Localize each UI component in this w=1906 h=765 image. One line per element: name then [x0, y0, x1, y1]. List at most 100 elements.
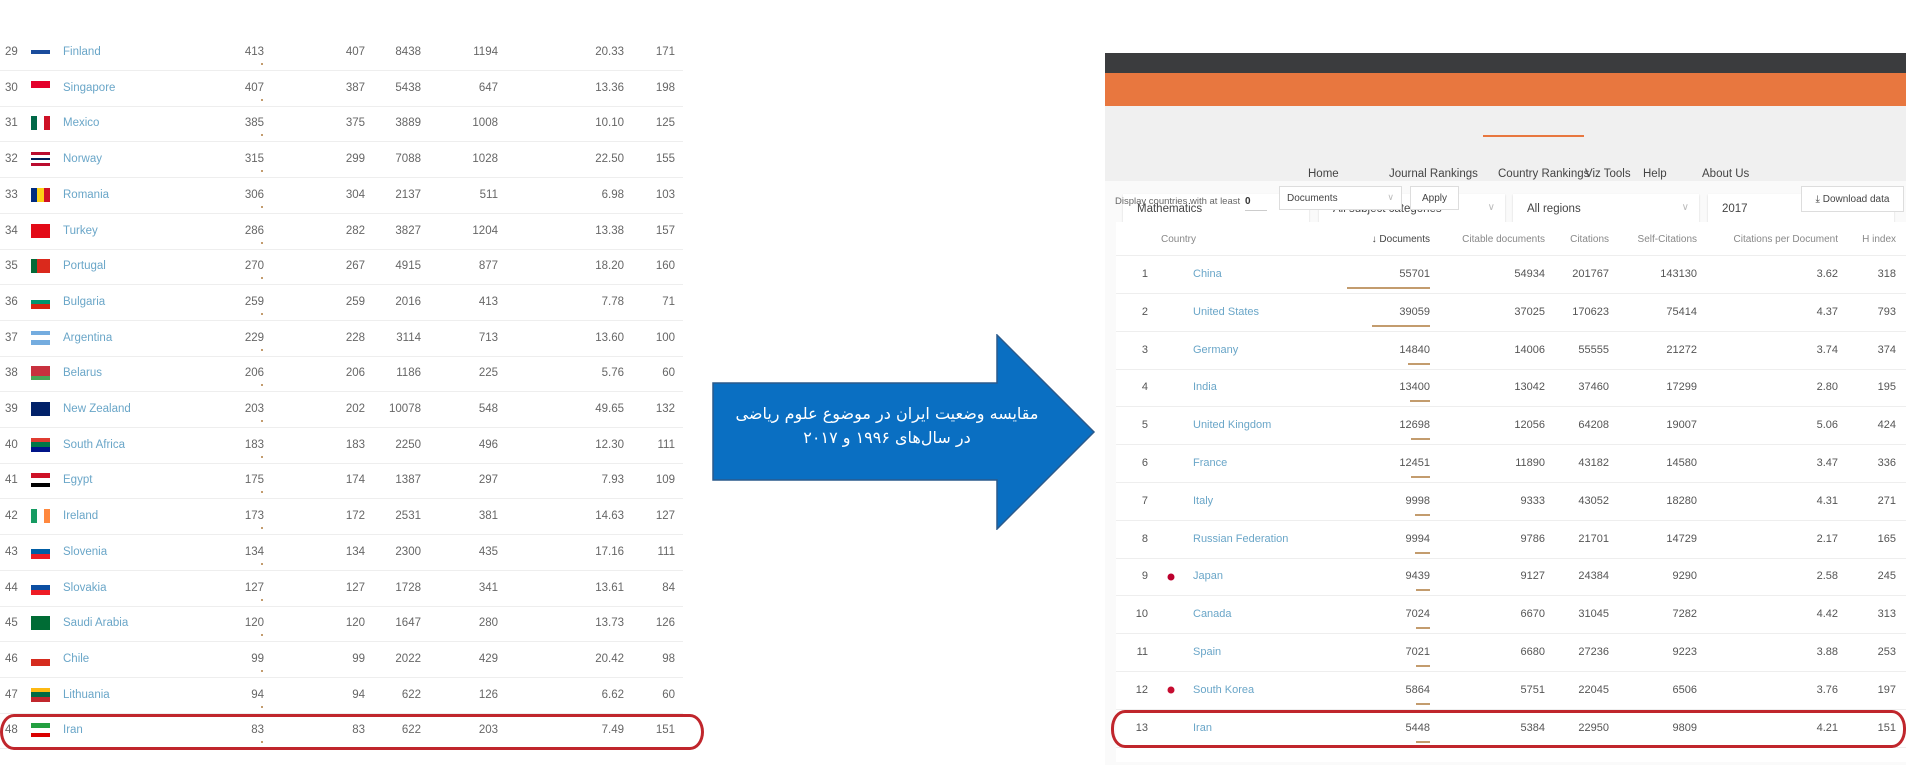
citations: 622 — [401, 724, 421, 737]
rank: 6 — [1141, 457, 1148, 469]
flag-icon — [1161, 494, 1181, 509]
country-link[interactable]: South Africa — [63, 439, 125, 451]
documents: 173 — [244, 510, 264, 523]
country-link[interactable]: India — [1193, 381, 1217, 393]
header-citable[interactable]: Citable documents — [1462, 234, 1545, 245]
cpd: 20.42 — [595, 652, 624, 665]
country-link[interactable]: Bulgaria — [63, 296, 105, 308]
country-link[interactable]: Argentina — [63, 332, 112, 344]
table-row: 33 Romania 306 304 2137 511 6.98 103 — [0, 178, 683, 214]
table-row: 8 Russian Federation 9994 9786 21701 14729 2.1… — [1116, 521, 1906, 559]
country-link[interactable]: Canada — [1193, 608, 1232, 620]
country-link[interactable]: Slovenia — [63, 546, 107, 558]
min-count-input[interactable]: 0 — [1245, 193, 1267, 211]
country-link[interactable]: Belarus — [63, 367, 102, 379]
flag-icon — [31, 223, 50, 238]
nav-country-rankings[interactable]: Country Rankings — [1498, 168, 1589, 180]
country-link[interactable]: China — [1193, 268, 1222, 280]
country-link[interactable]: United States — [1193, 306, 1259, 318]
documents-bar — [261, 170, 263, 173]
citable: 183 — [345, 438, 365, 451]
flag-icon — [31, 616, 50, 631]
nav-help[interactable]: Help — [1643, 168, 1667, 180]
documents: 407 — [244, 81, 264, 94]
header-documents[interactable]: ↓ Documents — [1372, 234, 1430, 245]
nav-viz-tools[interactable]: Viz Tools — [1585, 168, 1631, 180]
country-link[interactable]: Russian Federation — [1193, 533, 1288, 545]
country-link[interactable]: Saudi Arabia — [63, 617, 128, 629]
header-self-citations[interactable]: Self-Citations — [1638, 234, 1697, 245]
rank: 39 — [5, 403, 18, 415]
self-citations: 9223 — [1672, 646, 1697, 658]
flag-icon — [31, 651, 50, 666]
self-citations: 713 — [478, 331, 498, 344]
self-citations: 18280 — [1666, 494, 1697, 507]
download-data-button[interactable]: ⤓ Download data — [1801, 186, 1904, 212]
country-link[interactable]: Iran — [1193, 722, 1212, 734]
country-link[interactable]: Mexico — [63, 117, 99, 129]
country-link[interactable]: Finland — [63, 46, 101, 58]
citations: 8438 — [395, 46, 421, 58]
country-link[interactable]: South Korea — [1193, 684, 1254, 696]
header-country[interactable]: Country — [1161, 234, 1196, 245]
rank: 33 — [5, 188, 18, 201]
citations: 27236 — [1578, 646, 1609, 658]
h-index: 197 — [1877, 683, 1896, 696]
flag-icon — [31, 152, 50, 167]
country-link[interactable]: Egypt — [63, 474, 92, 486]
country-link[interactable]: Turkey — [63, 225, 98, 237]
header-h-index[interactable]: H index — [1862, 234, 1896, 245]
country-link[interactable]: Ireland — [63, 510, 98, 522]
country-link[interactable]: Lithuania — [63, 689, 110, 701]
header-citations[interactable]: Citations — [1570, 234, 1609, 245]
country-link[interactable]: Germany — [1193, 344, 1238, 356]
citations: 7088 — [395, 153, 421, 166]
h-index: 155 — [655, 153, 675, 166]
country-link[interactable]: Italy — [1193, 495, 1213, 507]
rank: 4 — [1141, 381, 1148, 394]
cpd: 6.98 — [601, 188, 624, 201]
nav-home[interactable]: Home — [1308, 168, 1339, 180]
country-link[interactable]: Spain — [1193, 646, 1221, 658]
country-link[interactable]: Norway — [63, 153, 102, 165]
self-citations: 6506 — [1672, 683, 1697, 696]
documents-bar — [1371, 324, 1430, 327]
nav-journal-rankings[interactable]: Journal Rankings — [1389, 168, 1478, 180]
country-link[interactable]: New Zealand — [63, 403, 131, 415]
citations: 10078 — [389, 403, 421, 415]
apply-button[interactable]: Apply — [1410, 186, 1459, 210]
flag-icon — [1161, 267, 1181, 282]
nav-about-us[interactable]: About Us — [1702, 168, 1749, 180]
rank: 36 — [5, 295, 18, 308]
flag-icon — [31, 509, 50, 524]
region-select[interactable]: All regions ∨ — [1513, 194, 1699, 224]
documents: 9439 — [1405, 570, 1430, 583]
cpd: 4.31 — [1816, 494, 1838, 507]
country-link[interactable]: Iran — [63, 724, 83, 736]
country-link[interactable]: United Kingdom — [1193, 419, 1271, 431]
country-link[interactable]: Slovakia — [63, 582, 106, 594]
country-link[interactable]: Romania — [63, 189, 109, 201]
table-row: 29 Finland 413 407 8438 1194 20.33 171 — [0, 45, 683, 71]
h-index: 151 — [655, 724, 675, 737]
h-index: 60 — [662, 688, 675, 701]
country-link[interactable]: Portugal — [63, 260, 106, 272]
documents: 13400 — [1399, 381, 1430, 394]
country-link[interactable]: France — [1193, 457, 1227, 469]
self-citations: 1028 — [472, 153, 498, 166]
citations: 2300 — [395, 545, 421, 558]
cpd: 18.20 — [595, 260, 624, 273]
country-link[interactable]: Japan — [1193, 570, 1223, 582]
flag-icon — [31, 473, 50, 488]
flag-icon — [31, 45, 50, 59]
self-citations: 19007 — [1666, 419, 1697, 432]
filter-metric-select[interactable]: Documents ∨ — [1279, 186, 1402, 210]
cpd: 13.73 — [595, 617, 624, 630]
rank: 7 — [1141, 494, 1148, 507]
documents: 229 — [244, 331, 264, 344]
country-link[interactable]: Singapore — [63, 82, 115, 94]
country-link[interactable]: Chile — [63, 653, 89, 665]
cpd: 5.06 — [1816, 419, 1838, 432]
header-cpd[interactable]: Citations per Document — [1734, 234, 1839, 245]
documents: 12451 — [1399, 457, 1430, 469]
